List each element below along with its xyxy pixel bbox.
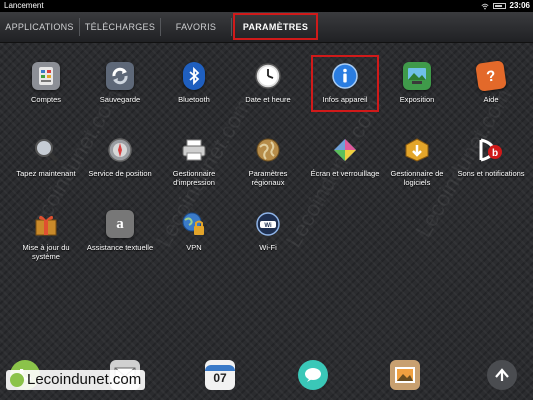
app-label: Gestionnaire de logiciels <box>390 169 444 187</box>
app-type-now[interactable]: Tapez maintenant <box>10 136 82 178</box>
clock-icon <box>254 62 282 90</box>
tab-downloads[interactable]: TÉLÉCHARGES <box>80 12 160 42</box>
app-system-update[interactable]: Mise à jour du système <box>10 210 82 261</box>
app-label: VPN <box>186 243 202 252</box>
tab-applications[interactable]: APPLICATIONS <box>0 12 79 42</box>
bluetooth-icon <box>183 62 205 90</box>
help-icon: ? <box>475 60 507 92</box>
app-label: Sons et notifications <box>457 169 525 178</box>
app-wifi[interactable]: Wi Wi-Fi <box>232 210 304 252</box>
status-title: Lancement <box>4 1 44 10</box>
accounts-icon <box>32 62 60 90</box>
app-label: Exposition <box>399 95 435 104</box>
app-backup[interactable]: Sauvegarde <box>84 62 156 104</box>
app-help[interactable]: ? Aide <box>455 60 527 104</box>
svg-text:Wi: Wi <box>264 223 272 229</box>
app-label: Date et heure <box>245 95 291 104</box>
app-label: Mise à jour du système <box>22 243 70 261</box>
app-label: Service de position <box>88 169 152 178</box>
printer-icon <box>180 136 208 164</box>
app-location-service[interactable]: Service de position <box>84 136 156 178</box>
screen-lock-icon <box>331 136 359 164</box>
tab-favorites[interactable]: FAVORIS <box>161 12 231 42</box>
app-bluetooth[interactable]: Bluetooth <box>158 62 230 104</box>
app-print-manager[interactable]: Gestionnaire d'impression <box>158 136 230 187</box>
tab-divider <box>231 18 232 36</box>
app-label: Sauvegarde <box>99 95 141 104</box>
app-label: Paramètres régionaux <box>248 169 288 187</box>
messaging-icon[interactable] <box>298 360 328 390</box>
app-label: Wi-Fi <box>259 243 277 252</box>
brand-text: Lecoindunet.com <box>27 371 142 388</box>
photos-icon[interactable] <box>390 360 420 390</box>
app-sounds-notifications[interactable]: b Sons et notifications <box>455 136 527 178</box>
status-bar: Lancement 23:06 <box>0 0 533 12</box>
calendar-day: 07 <box>213 371 227 385</box>
search-icon <box>32 136 60 164</box>
exhibition-icon <box>403 62 431 90</box>
app-accounts[interactable]: Comptes <box>10 62 82 104</box>
status-time: 23:06 <box>509 1 530 10</box>
wifi-signal-icon <box>480 3 489 9</box>
software-manager-icon <box>403 136 431 164</box>
app-label: Aide <box>483 95 499 104</box>
device-info-highlight-frame <box>311 55 379 112</box>
app-label: Gestionnaire d'impression <box>172 169 216 187</box>
tab-highlight-frame <box>233 13 318 40</box>
battery-icon <box>492 3 506 9</box>
app-label: Assistance textuelle <box>86 243 154 252</box>
calendar-icon[interactable]: 07 <box>205 360 235 390</box>
globe-icon <box>254 136 282 164</box>
vpn-globe-icon <box>180 210 208 238</box>
app-exhibition[interactable]: Exposition <box>381 62 453 104</box>
app-regional-settings[interactable]: Paramètres régionaux <box>232 136 304 187</box>
launcher-up-icon[interactable] <box>487 360 517 390</box>
app-label: Écran et verrouillage <box>310 169 380 178</box>
app-text-assist[interactable]: a Assistance textuelle <box>84 210 156 252</box>
app-screen-lock[interactable]: Écran et verrouillage <box>309 136 381 178</box>
wifi-icon: Wi <box>254 210 282 238</box>
backup-icon <box>106 62 134 90</box>
location-icon <box>106 136 134 164</box>
app-vpn[interactable]: VPN <box>158 210 230 252</box>
app-label: Comptes <box>30 95 61 104</box>
brand-watermark-logo: Lecoindunet.com <box>6 370 146 390</box>
app-date-time[interactable]: Date et heure <box>232 62 304 104</box>
svg-text:b: b <box>492 148 498 159</box>
app-software-manager[interactable]: Gestionnaire de logiciels <box>381 136 453 187</box>
gift-update-icon <box>32 210 60 238</box>
app-label: Bluetooth <box>178 95 210 104</box>
brand-logo-icon <box>10 373 24 388</box>
text-assist-icon: a <box>106 210 134 238</box>
app-label: Tapez maintenant <box>16 169 76 178</box>
sound-icon: b <box>477 136 505 164</box>
